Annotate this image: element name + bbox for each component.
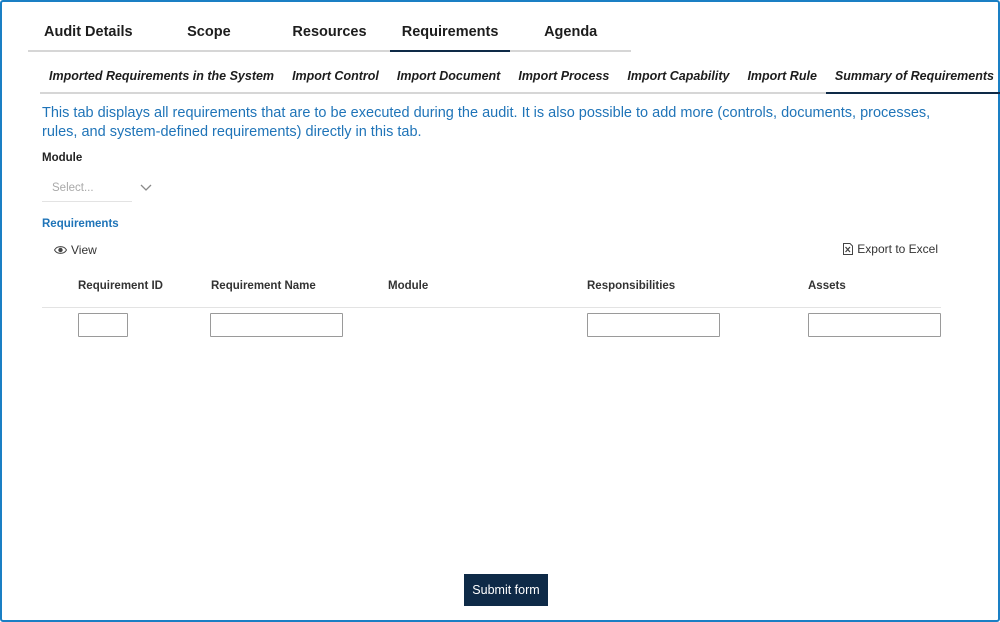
main-tab-bar: Audit Details Scope Resources Requiremen… (28, 14, 631, 52)
assets-filter-input[interactable] (808, 313, 941, 337)
module-select-placeholder: Select... (52, 181, 94, 194)
column-requirement-id[interactable]: Requirement ID (78, 280, 163, 292)
module-select[interactable]: Select... (42, 174, 152, 202)
responsibilities-filter-input[interactable] (587, 313, 720, 337)
export-to-excel-button[interactable]: Export to Excel (843, 242, 938, 256)
requirement-id-filter-input[interactable] (78, 313, 128, 337)
column-module[interactable]: Module (388, 280, 428, 292)
subtab-import-document[interactable]: Import Document (388, 60, 509, 92)
app-frame: Audit Details Scope Resources Requiremen… (0, 0, 1000, 622)
subtab-import-capability[interactable]: Import Capability (618, 60, 738, 92)
tab-resources[interactable]: Resources (269, 14, 390, 50)
tab-agenda[interactable]: Agenda (510, 14, 631, 50)
tab-audit-details[interactable]: Audit Details (28, 14, 149, 50)
module-label: Module (42, 152, 83, 164)
subtab-imported-requirements[interactable]: Imported Requirements in the System (40, 60, 283, 92)
subtab-import-rule[interactable]: Import Rule (738, 60, 825, 92)
view-button[interactable]: View (54, 243, 97, 257)
column-assets[interactable]: Assets (808, 280, 846, 292)
subtab-summary-of-requirements[interactable]: Summary of Requirements (825, 60, 1000, 94)
column-responsibilities[interactable]: Responsibilities (587, 280, 675, 292)
requirements-table-header: Requirement ID Requirement Name Module R… (42, 272, 941, 308)
tab-scope[interactable]: Scope (149, 14, 270, 50)
excel-file-icon (843, 243, 854, 255)
tab-description: This tab displays all requirements that … (42, 105, 931, 140)
eye-icon (54, 246, 67, 254)
export-button-label: Export to Excel (857, 242, 938, 256)
column-requirement-name[interactable]: Requirement Name (211, 280, 316, 292)
requirements-section-label: Requirements (42, 218, 119, 230)
sub-tab-bar: Imported Requirements in the System Impo… (40, 60, 1000, 94)
chevron-down-icon (140, 184, 152, 191)
requirement-name-filter-input[interactable] (210, 313, 343, 337)
view-button-label: View (71, 243, 97, 257)
subtab-import-process[interactable]: Import Process (509, 60, 618, 92)
subtab-import-control[interactable]: Import Control (283, 60, 388, 92)
tab-requirements[interactable]: Requirements (389, 14, 511, 52)
submit-form-button[interactable]: Submit form (464, 574, 548, 606)
